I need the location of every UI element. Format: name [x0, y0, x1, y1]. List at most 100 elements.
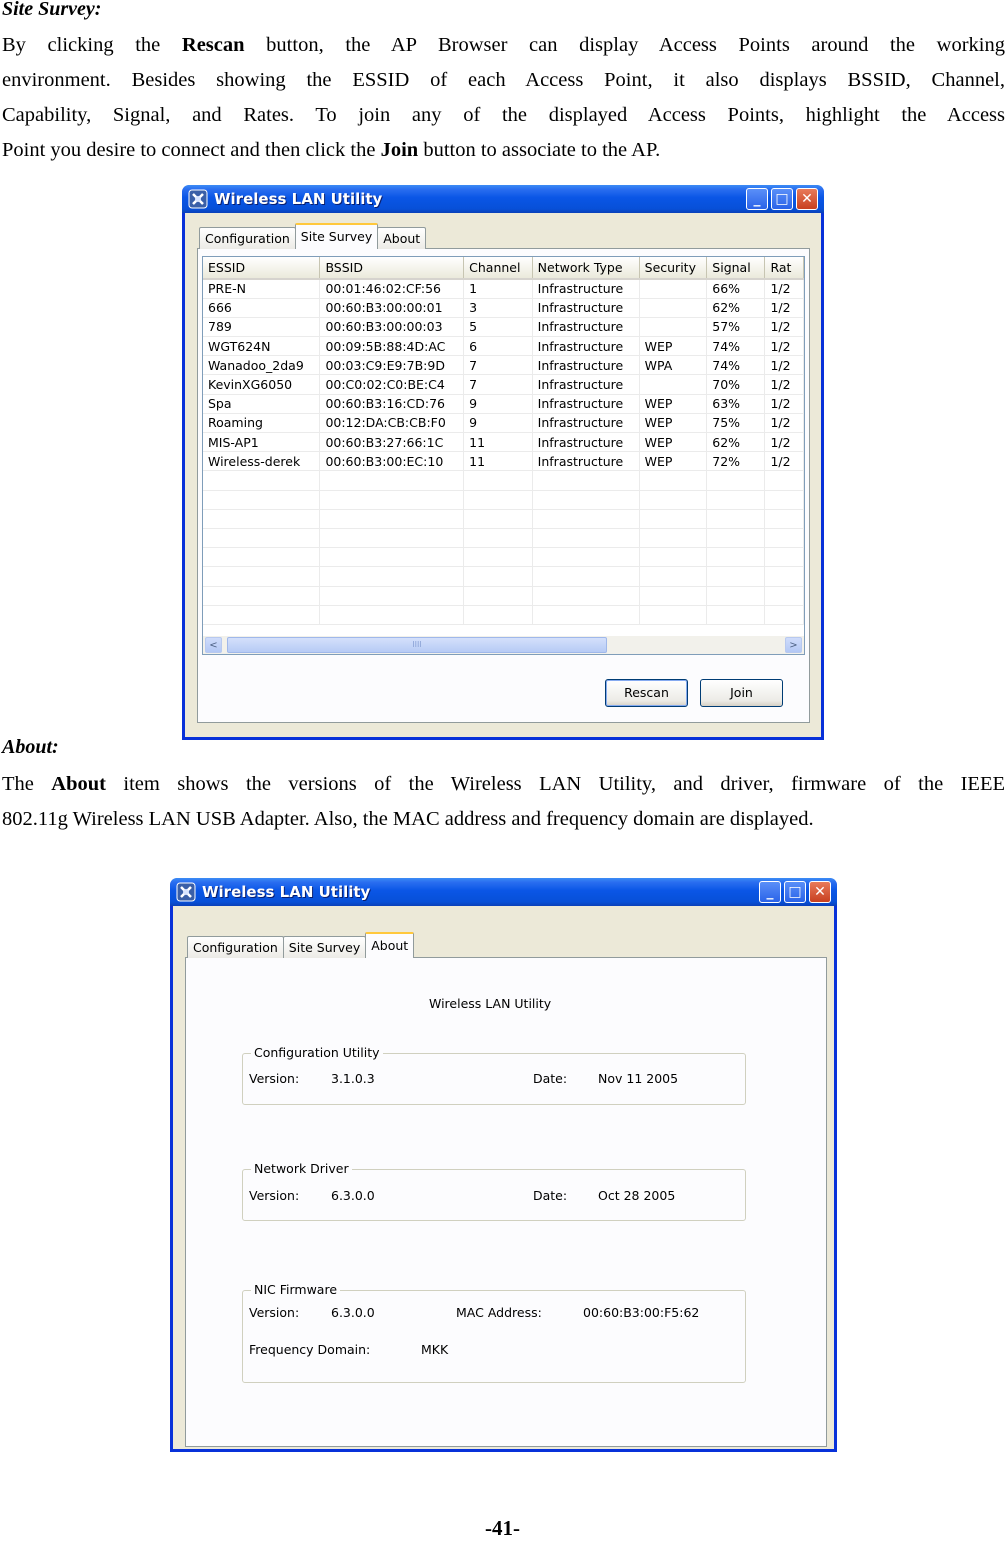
table-cell — [532, 470, 640, 491]
table-cell — [706, 605, 766, 625]
table-cell: Infrastructure — [532, 374, 640, 395]
table-cell — [706, 490, 766, 510]
minimize-button[interactable]: _ — [759, 881, 781, 903]
table-cell — [764, 470, 804, 491]
table-cell: KevinXG6050 — [203, 374, 321, 395]
tab-configuration[interactable]: Configuration — [187, 936, 284, 958]
table-cell — [706, 566, 766, 587]
para-line: 802.11g Wireless LAN USB Adapter. Also, … — [2, 808, 814, 830]
table-cell: 5 — [463, 317, 533, 338]
table-cell: Infrastructure — [532, 413, 640, 434]
table-cell — [764, 490, 804, 510]
table-cell — [532, 586, 640, 606]
maximize-button[interactable]: □ — [771, 188, 793, 210]
group-legend: NIC Firmware — [251, 1282, 341, 1297]
table-cell — [463, 490, 533, 510]
table-cell — [764, 566, 804, 587]
title-bar[interactable]: Wireless LAN Utility _ □ ✕ — [170, 878, 837, 906]
access-point-list[interactable]: ESSID BSSID Channel Network Type Securit… — [202, 256, 805, 655]
table-cell: 1/2 — [764, 394, 804, 414]
site-survey-heading: Site Survey: — [2, 0, 102, 20]
table-cell: 63% — [706, 394, 766, 414]
close-button[interactable]: ✕ — [809, 881, 831, 903]
empty-row — [203, 586, 804, 606]
column-header-security[interactable]: Security — [639, 257, 708, 280]
frequency-domain-value: MKK — [421, 1342, 449, 1357]
network-driver-group: Network Driver Version: 6.3.0.0 Date: Oc… — [242, 1161, 746, 1221]
empty-row — [203, 509, 804, 529]
frequency-domain-label: Frequency Domain: — [249, 1342, 371, 1357]
site-survey-window: Wireless LAN Utility _ □ ✕ Configuration… — [182, 185, 824, 740]
table-cell — [463, 470, 533, 491]
table-row[interactable]: WGT624N 00:09:5B:88:4D:AC 6 Infrastructure W… — [203, 336, 804, 357]
table-cell — [639, 298, 708, 318]
table-cell: WPA — [639, 355, 708, 376]
column-header-network-type[interactable]: Network Type — [532, 257, 640, 280]
about-heading: About: — [2, 736, 59, 758]
table-row[interactable]: PRE-N 00:01:46:02:CF:56 1 Infrastructure 66%… — [203, 279, 804, 299]
minimize-button[interactable]: _ — [746, 188, 768, 210]
page-number: -41- — [485, 1516, 520, 1540]
table-row[interactable]: MIS-AP1 00:60:B3:27:66:1C 11 Infrastructure… — [203, 432, 804, 453]
table-cell: Infrastructure — [532, 298, 640, 318]
title-bar[interactable]: Wireless LAN Utility _ □ ✕ — [182, 185, 824, 213]
column-header-signal[interactable]: Signal — [706, 257, 766, 280]
rescan-button[interactable]: Rescan — [605, 679, 688, 707]
window-title: Wireless LAN Utility — [214, 190, 383, 208]
table-row[interactable]: 666 00:60:B3:00:00:01 3 Infrastructure 62% 1/… — [203, 298, 804, 318]
table-cell — [319, 470, 465, 491]
table-cell — [203, 586, 321, 606]
close-button[interactable]: ✕ — [796, 188, 818, 210]
table-row[interactable]: Spa 00:60:B3:16:CD:76 9 Infrastructure WEP 63… — [203, 394, 804, 414]
table-cell: 74% — [706, 355, 766, 376]
column-header-channel[interactable]: Channel — [463, 257, 533, 280]
table-cell: 62% — [706, 432, 766, 453]
driver-version-value: 6.3.0.0 — [331, 1188, 375, 1203]
version-label: Version: — [249, 1188, 300, 1203]
empty-row — [203, 470, 804, 491]
date-label: Date: — [533, 1071, 568, 1086]
table-cell — [639, 279, 708, 299]
table-cell: 75% — [706, 413, 766, 434]
tab-about[interactable]: About — [365, 932, 415, 958]
horizontal-scrollbar[interactable]: < IIII > — [203, 635, 804, 654]
table-cell: 1/2 — [764, 298, 804, 318]
tab-about[interactable]: About — [377, 227, 427, 249]
table-cell — [319, 547, 465, 568]
table-cell: Infrastructure — [532, 317, 640, 338]
tab-configuration[interactable]: Configuration — [199, 227, 296, 249]
table-row[interactable]: Roaming 00:12:DA:CB:CB:F0 9 Infrastructure W… — [203, 413, 804, 434]
table-cell — [463, 528, 533, 549]
scroll-left-icon[interactable]: < — [205, 637, 222, 653]
table-cell: MIS-AP1 — [203, 432, 321, 453]
tab-site-survey[interactable]: Site Survey — [282, 936, 367, 958]
join-button[interactable]: Join — [700, 679, 783, 707]
maximize-button[interactable]: □ — [784, 881, 806, 903]
table-cell: 72% — [706, 451, 766, 472]
column-header-rates[interactable]: Rat — [764, 257, 804, 280]
table-cell — [764, 509, 804, 529]
table-cell: 1/2 — [764, 317, 804, 338]
tab-site-survey[interactable]: Site Survey — [294, 223, 379, 249]
table-cell: 1 — [463, 279, 533, 299]
table-row[interactable]: Wanadoo_2da9 00:03:C9:E9:7B:9D 7 Infrastruc… — [203, 355, 804, 376]
table-cell: 1/2 — [764, 432, 804, 453]
table-row[interactable]: Wireless-derek 00:60:B3:00:EC:10 11 Infrast… — [203, 451, 804, 472]
window-client: Configuration Site Survey About ESSID BS… — [185, 213, 821, 737]
table-cell — [463, 605, 533, 625]
scroll-thumb[interactable]: IIII — [227, 637, 607, 653]
table-cell — [706, 586, 766, 606]
table-row[interactable]: KevinXG6050 00:C0:02:C0:BE:C4 7 Infrastruct… — [203, 374, 804, 395]
table-cell: 00:03:C9:E9:7B:9D — [319, 355, 465, 376]
table-cell — [463, 509, 533, 529]
about-paragraph: The About item shows the versions of the… — [2, 767, 1005, 837]
column-header-essid[interactable]: ESSID — [203, 257, 321, 280]
column-header-bssid[interactable]: BSSID — [319, 257, 465, 280]
group-legend: Configuration Utility — [251, 1045, 383, 1060]
scroll-right-icon[interactable]: > — [785, 637, 802, 653]
para-line: The About item shows the versions of the… — [2, 773, 1005, 795]
table-cell: Wireless-derek — [203, 451, 321, 472]
table-row[interactable]: 789 00:60:B3:00:00:03 5 Infrastructure 57% 1/… — [203, 317, 804, 338]
table-cell: 00:60:B3:00:00:01 — [319, 298, 465, 318]
table-cell — [639, 509, 708, 529]
